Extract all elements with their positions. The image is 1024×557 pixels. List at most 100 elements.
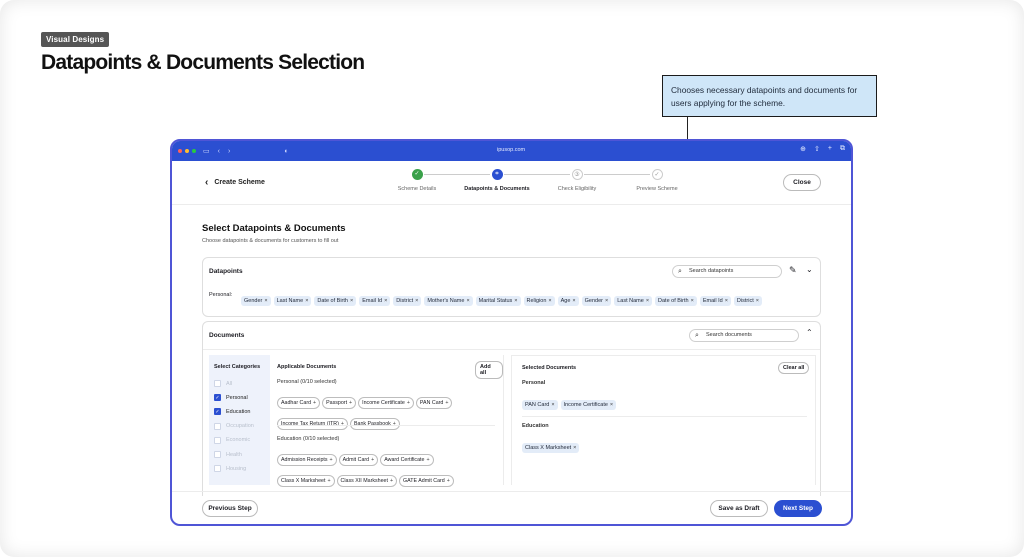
document-option-chip[interactable]: PAN Card + [415, 397, 453, 409]
document-option-chip[interactable]: Class X Marksheet + [277, 475, 335, 487]
document-option-chip[interactable]: Aadhar Card + [277, 397, 321, 409]
document-option-chip[interactable]: Income Tax Return (ITR) + [277, 418, 348, 430]
datapoint-chip[interactable]: District × [393, 296, 422, 306]
datapoint-chip[interactable]: First Name× [397, 316, 435, 317]
checkbox-icon[interactable] [214, 465, 221, 473]
datapoint-chip[interactable]: District × [733, 296, 762, 306]
download-icon[interactable]: ⊕ [800, 145, 806, 153]
share-icon[interactable]: ⇧ [814, 145, 820, 153]
document-option-chip[interactable]: Passport + [322, 397, 357, 409]
datapoint-chip[interactable]: Email Id × [359, 296, 391, 306]
clear-all-button[interactable]: Clear all [778, 362, 810, 374]
chevron-up-icon[interactable]: ⌃ [806, 328, 813, 337]
document-option-chip[interactable]: Award Certificate + [380, 454, 434, 466]
document-option-chip[interactable]: GATE Admit Card + [399, 475, 454, 487]
remove-icon[interactable]: × [264, 298, 267, 304]
next-step-button[interactable]: Next Step [774, 500, 822, 517]
previous-step-button[interactable]: Previous Step [202, 500, 258, 517]
back-button[interactable]: ‹ Create Scheme [205, 177, 265, 188]
checkbox-icon[interactable] [214, 451, 221, 458]
sidebar-icon[interactable]: ▭ [203, 147, 210, 155]
datapoint-chip[interactable]: Age× [557, 296, 579, 306]
search-datapoints-input[interactable]: ⌕ Search datapoints [672, 265, 782, 278]
document-option-chip[interactable]: Admission Receipts + [277, 454, 337, 466]
remove-icon[interactable]: × [466, 298, 469, 304]
step-scheme-details[interactable]: ✓ Scheme Details [377, 169, 457, 192]
datapoint-chip[interactable]: Date of Birth × [314, 296, 357, 306]
remove-icon[interactable]: × [691, 298, 694, 304]
remove-icon[interactable]: × [551, 402, 554, 408]
remove-icon[interactable]: × [305, 298, 308, 304]
window-minimize-dot[interactable] [185, 149, 189, 153]
datapoint-chip[interactable]: Mother's Name× [241, 316, 289, 317]
remove-icon[interactable]: × [384, 298, 387, 304]
datapoint-chip[interactable]: Religion × [523, 296, 555, 306]
remove-icon[interactable]: × [610, 402, 613, 408]
remove-icon[interactable]: × [756, 298, 759, 304]
remove-icon[interactable]: × [415, 298, 418, 304]
checkbox-icon[interactable] [214, 422, 221, 430]
back-arrow-icon[interactable]: ‹ [218, 148, 220, 155]
save-as-draft-button[interactable]: Save as Draft [710, 500, 768, 517]
checkbox-icon[interactable] [214, 436, 221, 444]
add-all-button[interactable]: Add all [475, 361, 503, 379]
step-preview-scheme[interactable]: ✓ Preview Scheme [617, 169, 697, 192]
new-tab-icon[interactable]: + [828, 145, 832, 153]
close-button[interactable]: Close [783, 174, 821, 191]
add-icon[interactable]: + [426, 457, 429, 463]
datapoint-chip[interactable]: Email Id × [699, 296, 731, 306]
remove-icon[interactable]: × [514, 298, 517, 304]
datapoint-chip[interactable]: Marital Status× [475, 296, 521, 306]
datapoint-chip[interactable]: Age× [340, 316, 361, 317]
selected-document-chip[interactable]: PAN Card × [522, 400, 558, 410]
datapoint-chip[interactable]: Gender× [364, 316, 394, 317]
chevron-down-icon[interactable]: ⌄ [806, 265, 813, 274]
checkbox-icon[interactable]: ✓ [214, 394, 221, 402]
add-icon[interactable]: + [327, 478, 330, 484]
remove-icon[interactable]: × [646, 298, 649, 304]
add-icon[interactable]: + [371, 457, 374, 463]
document-option-chip[interactable]: Class XII Marksheet + [336, 475, 398, 487]
checkbox-icon[interactable]: ✓ [214, 408, 221, 416]
add-icon[interactable]: + [445, 400, 448, 406]
category-housing[interactable]: Housing [214, 465, 246, 473]
step-datapoints-documents[interactable]: ⌗ Datapoints & Documents [457, 169, 537, 192]
search-documents-input[interactable]: ⌕ Search documents [689, 329, 799, 342]
remove-icon[interactable]: × [548, 298, 551, 304]
category-economic[interactable]: Economic [214, 436, 250, 444]
add-icon[interactable]: + [330, 457, 333, 463]
add-icon[interactable]: + [393, 421, 396, 427]
datapoint-chip[interactable]: Mother's Name× [424, 296, 473, 306]
datapoint-chip[interactable]: Last Name × [614, 296, 653, 306]
category-occupation[interactable]: Occupation [214, 422, 254, 430]
selected-document-chip[interactable]: Income Certificate × [560, 400, 617, 410]
category-health[interactable]: Health [214, 451, 242, 458]
add-icon[interactable]: + [341, 421, 344, 427]
document-option-chip[interactable]: Bank Passbook + [349, 418, 400, 430]
add-icon[interactable]: + [349, 400, 352, 406]
tabs-overview-icon[interactable]: ⧉ [840, 145, 845, 153]
datapoint-chip[interactable]: Gender× [581, 296, 612, 306]
category-all[interactable]: All [214, 380, 232, 387]
add-icon[interactable]: + [447, 478, 450, 484]
remove-icon[interactable]: × [350, 298, 353, 304]
window-maximize-dot[interactable] [192, 149, 196, 153]
category-personal[interactable]: ✓ Personal [214, 394, 248, 402]
step-check-eligibility[interactable]: ③ Check Eligibility [537, 169, 617, 192]
add-icon[interactable]: + [407, 400, 410, 406]
pencil-icon[interactable]: ✎ [789, 265, 797, 276]
document-option-chip[interactable]: Income Certificate + [358, 397, 414, 409]
datapoint-chip[interactable]: Last Name × [273, 296, 312, 306]
add-icon[interactable]: + [313, 400, 316, 406]
document-option-chip[interactable]: Admit Card + [338, 454, 379, 466]
remove-icon[interactable]: × [725, 298, 728, 304]
remove-icon[interactable]: × [573, 445, 576, 451]
datapoint-chip[interactable]: Marital Status× [292, 316, 337, 317]
datapoint-chip[interactable]: Gender× [241, 296, 271, 306]
remove-icon[interactable]: × [572, 298, 575, 304]
forward-arrow-icon[interactable]: › [228, 148, 230, 155]
datapoint-chip[interactable]: Date of Birth × [655, 296, 697, 306]
url-bar[interactable]: ipusop.com [497, 147, 525, 153]
window-close-dot[interactable] [178, 149, 182, 153]
checkbox-icon[interactable] [214, 380, 221, 387]
